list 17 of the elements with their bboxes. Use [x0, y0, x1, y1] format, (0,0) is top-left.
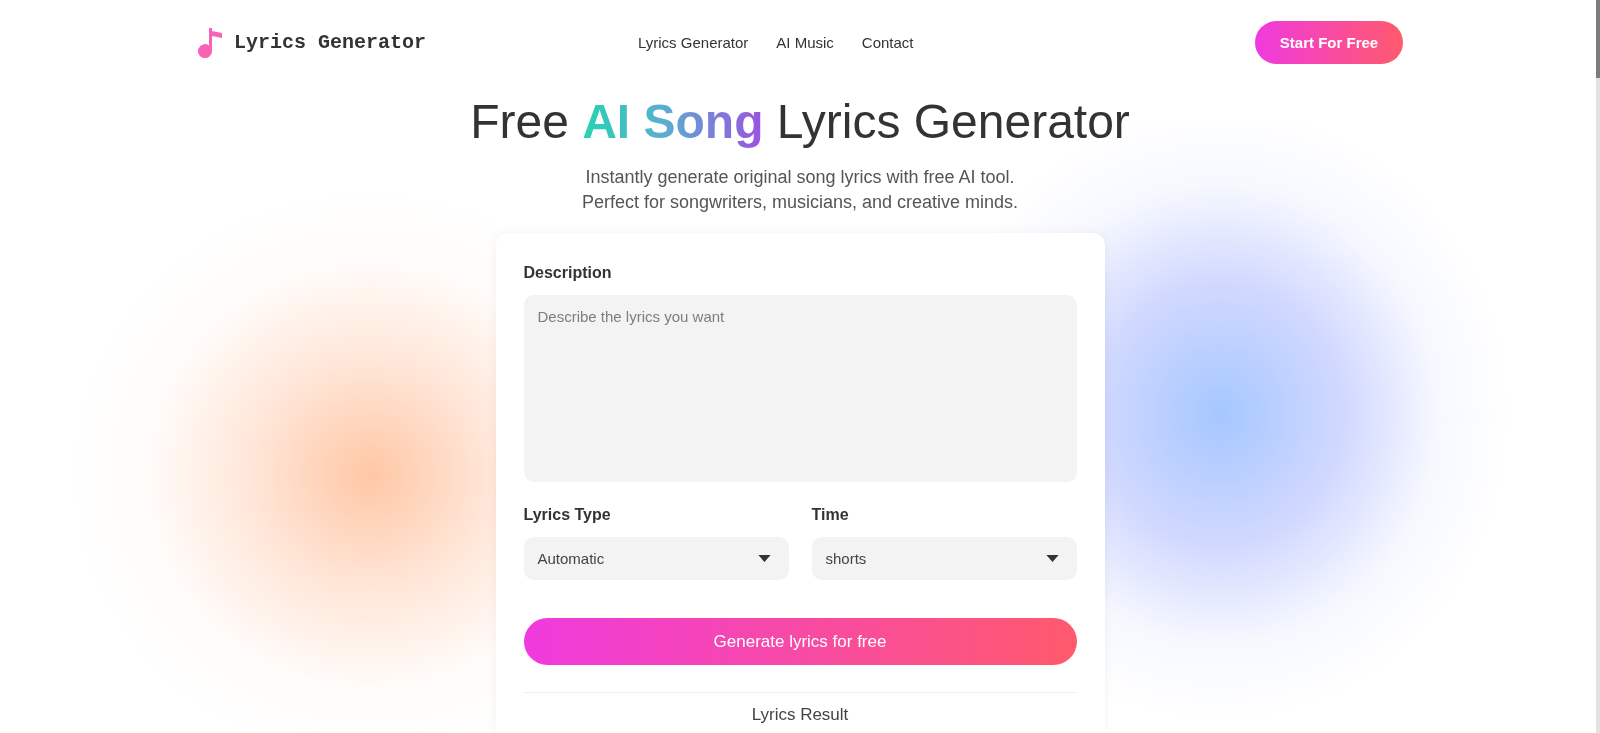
nav-link[interactable]: Lyrics Generator [638, 34, 749, 51]
page-subtitle: Instantly generate original song lyrics with free AI tool. Perfect for songwriters, musicians, and creative minds. [581, 166, 1019, 214]
scrollbar-thumb[interactable] [1596, 0, 1600, 78]
nav-link[interactable]: AI Music [776, 34, 834, 51]
field-label: Description [523, 263, 613, 283]
logo-text[interactable]: Lyrics Generator [234, 31, 427, 54]
description-field[interactable]: Describe the lyrics you want [523, 295, 1077, 482]
caret-icon [757, 555, 771, 562]
dropdown[interactable]: Automatic [523, 537, 789, 580]
caret-icon [1045, 555, 1059, 562]
field-label: Time [811, 505, 850, 525]
field-label: Lyrics Type [523, 505, 612, 525]
music-note-icon [198, 27, 222, 58]
result-heading: Lyrics Result [750, 705, 850, 725]
page-title: Free AI Song Lyrics Generator [470, 94, 1130, 150]
dropdown[interactable]: shorts [811, 537, 1077, 580]
nav-link[interactable]: Contact [861, 34, 914, 51]
